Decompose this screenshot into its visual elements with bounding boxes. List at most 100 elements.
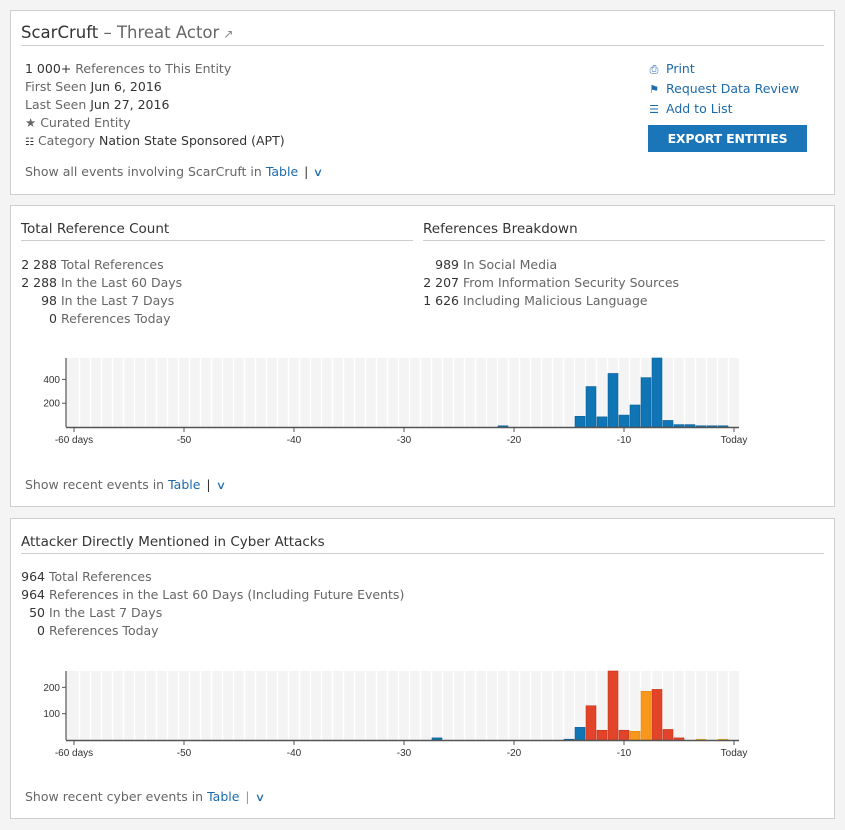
bar bbox=[596, 729, 608, 741]
stat-value: 2 288 bbox=[21, 257, 57, 272]
x-tick-label: -30 bbox=[397, 748, 412, 759]
y-tick-label: 100 bbox=[43, 709, 60, 720]
stat-value: 0 bbox=[37, 623, 45, 638]
category-value: Nation State Sponsored (APT) bbox=[99, 133, 285, 148]
stat-value: 98 bbox=[41, 293, 57, 308]
breakdown-row: 989 In Social Media bbox=[423, 256, 557, 274]
stat-value: 964 bbox=[21, 587, 45, 602]
stat-value: 0 bbox=[49, 311, 57, 326]
bar bbox=[629, 731, 641, 741]
x-tick-label: -10 bbox=[617, 435, 632, 446]
y-tick-label: 200 bbox=[43, 683, 60, 694]
list-icon: ☰ bbox=[649, 103, 659, 116]
show-recent-cyber-events: Show recent cyber events in Table | ∨ bbox=[25, 788, 265, 807]
breakdown-label: Including Malicious Language bbox=[463, 293, 648, 308]
stat-label: Total References bbox=[61, 257, 164, 272]
x-tick-label: -60 days bbox=[55, 435, 93, 446]
print-label: Print bbox=[666, 61, 695, 76]
chevron-down-icon[interactable]: ∨ bbox=[313, 164, 323, 182]
breakdown-row: 2 207 From Information Security Sources bbox=[423, 274, 679, 292]
last-seen-value: Jun 27, 2016 bbox=[90, 97, 170, 112]
stat-label: In the Last 7 Days bbox=[49, 605, 163, 620]
separator: | bbox=[304, 164, 309, 179]
references-breakdown-title: References Breakdown bbox=[423, 221, 825, 241]
stat-row: 964 Total References bbox=[21, 568, 152, 586]
curated-line: ★ Curated Entity bbox=[25, 114, 131, 132]
bar bbox=[585, 386, 597, 428]
bar bbox=[574, 727, 586, 741]
stat-value: 2 288 bbox=[21, 275, 57, 290]
add-to-list-link[interactable]: ☰ Add to List bbox=[647, 101, 733, 116]
breakdown-value: 1 626 bbox=[423, 293, 459, 308]
stat-label: Total References bbox=[49, 569, 152, 584]
print-link[interactable]: ⎙ Print bbox=[647, 61, 695, 77]
bar bbox=[662, 729, 674, 741]
x-tick-label: -40 bbox=[287, 748, 302, 759]
separator: | bbox=[206, 477, 211, 492]
references-count: 1 000+ bbox=[25, 61, 72, 76]
cyber-attacks-card: Attacker Directly Mentioned in Cyber Att… bbox=[10, 518, 835, 819]
show-all-prefix: Show all events involving ScarCruft in bbox=[25, 164, 262, 179]
chevron-down-icon[interactable]: ∨ bbox=[215, 477, 225, 495]
bar bbox=[651, 689, 663, 741]
breakdown-label: From Information Security Sources bbox=[463, 275, 680, 290]
print-icon: ⎙ bbox=[649, 63, 659, 76]
entity-name: ScarCruft bbox=[21, 23, 99, 42]
export-entities-button[interactable]: EXPORT ENTITIES bbox=[648, 125, 807, 152]
bar bbox=[574, 415, 586, 428]
stat-row: 98 In the Last 7 Days bbox=[21, 292, 174, 310]
x-tick-label: Today bbox=[721, 435, 748, 446]
x-tick-label: -20 bbox=[507, 435, 522, 446]
x-tick-label: Today bbox=[721, 748, 748, 759]
stat-row: 50 In the Last 7 Days bbox=[21, 604, 162, 622]
breakdown-row: 1 626 Including Malicious Language bbox=[423, 292, 648, 310]
stat-row: 0 References Today bbox=[21, 622, 159, 640]
x-tick-label: -10 bbox=[617, 748, 632, 759]
breakdown-value: 989 bbox=[435, 257, 459, 272]
breakdown-label: In Social Media bbox=[463, 257, 558, 272]
show-recent-cyber-prefix: Show recent cyber events in bbox=[25, 789, 204, 804]
curated-label: Curated Entity bbox=[40, 115, 131, 130]
category-line: ☷ Category Nation State Sponsored (APT) bbox=[25, 132, 285, 152]
first-seen-value: Jun 6, 2016 bbox=[90, 79, 162, 94]
show-recent-table-link[interactable]: Table bbox=[168, 477, 200, 492]
stat-value: 50 bbox=[29, 605, 45, 620]
show-all-events: Show all events involving ScarCruft in T… bbox=[25, 163, 324, 182]
bar bbox=[629, 404, 641, 428]
cyber-attacks-title: Attacker Directly Mentioned in Cyber Att… bbox=[21, 534, 824, 554]
entity-card: ScarCruft – Threat Actor ↗︎ 1 000+ Refere… bbox=[10, 10, 835, 195]
references-label: References to This Entity bbox=[75, 61, 232, 76]
x-tick-label: -60 days bbox=[55, 748, 93, 759]
stat-label: References in the Last 60 Days (Includin… bbox=[49, 587, 405, 602]
x-tick-label: -50 bbox=[177, 748, 192, 759]
bar bbox=[684, 424, 696, 428]
bar bbox=[651, 357, 663, 428]
show-recent-cyber-table-link[interactable]: Table bbox=[207, 789, 239, 804]
flag-icon: ⚑ bbox=[649, 83, 659, 96]
cyber-attacks-timeline-chart: 100 200 -60 days -50 -40 -30 -20 -10 Today bbox=[43, 670, 748, 759]
stat-label: References Today bbox=[61, 311, 171, 326]
x-tick-label: -20 bbox=[507, 748, 522, 759]
bar bbox=[431, 737, 443, 741]
x-tick-label: -50 bbox=[177, 435, 192, 446]
y-tick-label: 200 bbox=[43, 399, 60, 410]
bar bbox=[607, 373, 619, 428]
show-all-table-link[interactable]: Table bbox=[266, 164, 298, 179]
title-dash: – bbox=[98, 23, 117, 42]
chevron-down-icon[interactable]: ∨ bbox=[254, 789, 264, 807]
star-icon: ★ bbox=[25, 115, 37, 130]
bar bbox=[607, 670, 619, 741]
add-to-list-label: Add to List bbox=[666, 101, 733, 116]
x-tick-label: -40 bbox=[287, 435, 302, 446]
reference-count-title: Total Reference Count bbox=[21, 221, 413, 241]
category-label: Category bbox=[37, 133, 96, 148]
stat-row: 2 288 In the Last 60 Days bbox=[21, 274, 182, 292]
x-tick-label: -30 bbox=[397, 435, 412, 446]
show-recent-prefix: Show recent events in bbox=[25, 477, 165, 492]
bar bbox=[596, 416, 608, 428]
request-data-review-link[interactable]: ⚑ Request Data Review bbox=[647, 81, 799, 96]
sitemap-icon: ☷ bbox=[25, 137, 34, 148]
bar bbox=[618, 729, 630, 741]
external-link-icon[interactable]: ↗︎ bbox=[223, 27, 233, 41]
bar bbox=[662, 420, 674, 428]
